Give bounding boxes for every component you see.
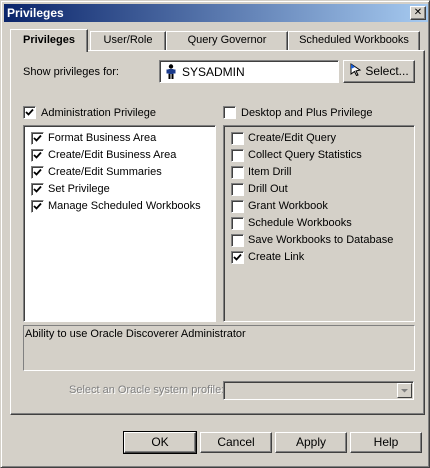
title-bar: Privileges ✕ (4, 4, 428, 22)
checkbox (231, 165, 244, 179)
list-item-collect-query-statistics[interactable]: Collect Query Statistics (231, 147, 362, 163)
item-label: Collect Query Statistics (248, 149, 362, 161)
tab-privileges[interactable]: Privileges (10, 29, 88, 52)
desktop-checkbox-box (223, 106, 236, 119)
admin-checkbox-box (23, 106, 36, 119)
ok-button[interactable]: OK (123, 431, 197, 454)
list-item-create-edit-query[interactable]: Create/Edit Query (231, 130, 336, 146)
item-label: Drill Out (248, 183, 288, 195)
checkbox (231, 148, 244, 162)
checkbox (31, 182, 44, 196)
select-button[interactable]: Select... (343, 60, 415, 83)
checkbox (31, 199, 44, 213)
checkbox (31, 131, 44, 145)
item-label: Format Business Area (48, 132, 157, 144)
select-arrow-icon (349, 62, 362, 82)
checkbox (231, 199, 244, 213)
apply-button[interactable]: Apply (275, 432, 347, 453)
tab-query-governor[interactable]: Query Governor (166, 31, 288, 50)
tab-scheduled-workbooks[interactable]: Scheduled Workbooks (288, 31, 420, 50)
administration-privilege-checkbox[interactable]: Administration Privilege (23, 106, 156, 119)
tab-user-role[interactable]: User/Role (90, 31, 166, 50)
user-role-value: SYSADMIN (182, 65, 245, 79)
privilege-description-box: Ability to use Oracle Discoverer Adminis… (23, 325, 415, 371)
item-label: Save Workbooks to Database (248, 234, 394, 246)
tab-strip: Privileges User/Role Query Governor Sche… (10, 29, 422, 52)
list-item-create-edit-business-area[interactable]: Create/Edit Business Area (31, 147, 176, 163)
list-item-item-drill[interactable]: Item Drill (231, 164, 291, 180)
checkbox (31, 165, 44, 179)
checkbox (231, 233, 244, 247)
checkbox (231, 216, 244, 230)
checkbox (31, 148, 44, 162)
list-item-manage-scheduled-workbooks[interactable]: Manage Scheduled Workbooks (31, 198, 201, 214)
user-icon (166, 64, 176, 82)
cancel-button[interactable]: Cancel (200, 432, 272, 453)
item-label: Create/Edit Query (248, 132, 337, 144)
privileges-dialog: Privileges ✕ Privileges User/Role Query … (0, 0, 430, 468)
user-role-field[interactable]: SYSADMIN (159, 60, 339, 83)
help-button[interactable]: Help (350, 432, 422, 453)
item-label: Create/Edit Summaries (48, 166, 162, 178)
checkbox (231, 250, 244, 264)
privilege-description-text: Ability to use Oracle Discoverer Adminis… (25, 328, 246, 340)
list-item-drill-out[interactable]: Drill Out (231, 181, 288, 197)
list-item-create-link[interactable]: Create Link (231, 249, 304, 265)
administration-privilege-label: Administration Privilege (41, 106, 156, 119)
select-button-label: Select... (365, 64, 409, 78)
desktop-privileges-list[interactable]: Create/Edit Query Collect Query Statisti… (223, 125, 415, 322)
list-item-save-workbooks-to-database[interactable]: Save Workbooks to Database (231, 232, 393, 248)
admin-privileges-list[interactable]: Format Business Area Create/Edit Busines… (23, 125, 216, 322)
list-item-create-edit-summaries[interactable]: Create/Edit Summaries (31, 164, 162, 180)
item-label: Grant Workbook (248, 200, 328, 212)
system-profile-label: Select an Oracle system profile: (69, 384, 225, 396)
chevron-down-icon[interactable] (397, 383, 412, 398)
list-item-grant-workbook[interactable]: Grant Workbook (231, 198, 328, 214)
item-label: Create Link (248, 251, 305, 263)
desktop-plus-privilege-label: Desktop and Plus Privilege (241, 106, 373, 119)
item-label: Set Privilege (48, 183, 110, 195)
list-item-format-business-area[interactable]: Format Business Area (31, 130, 156, 146)
item-label: Schedule Workbooks (248, 217, 352, 229)
close-icon: ✕ (413, 7, 423, 18)
close-button[interactable]: ✕ (410, 6, 426, 20)
list-item-set-privilege[interactable]: Set Privilege (31, 181, 110, 197)
item-label: Create/Edit Business Area (48, 149, 177, 161)
list-item-schedule-workbooks[interactable]: Schedule Workbooks (231, 215, 352, 231)
system-profile-combo[interactable] (223, 381, 414, 400)
desktop-plus-privilege-checkbox[interactable]: Desktop and Plus Privilege (223, 106, 372, 119)
checkbox (231, 131, 244, 145)
item-label: Item Drill (248, 166, 292, 178)
show-privileges-label: Show privileges for: (23, 66, 119, 78)
window-title: Privileges (7, 6, 64, 20)
item-label: Manage Scheduled Workbooks (48, 200, 201, 212)
checkbox (231, 182, 244, 196)
